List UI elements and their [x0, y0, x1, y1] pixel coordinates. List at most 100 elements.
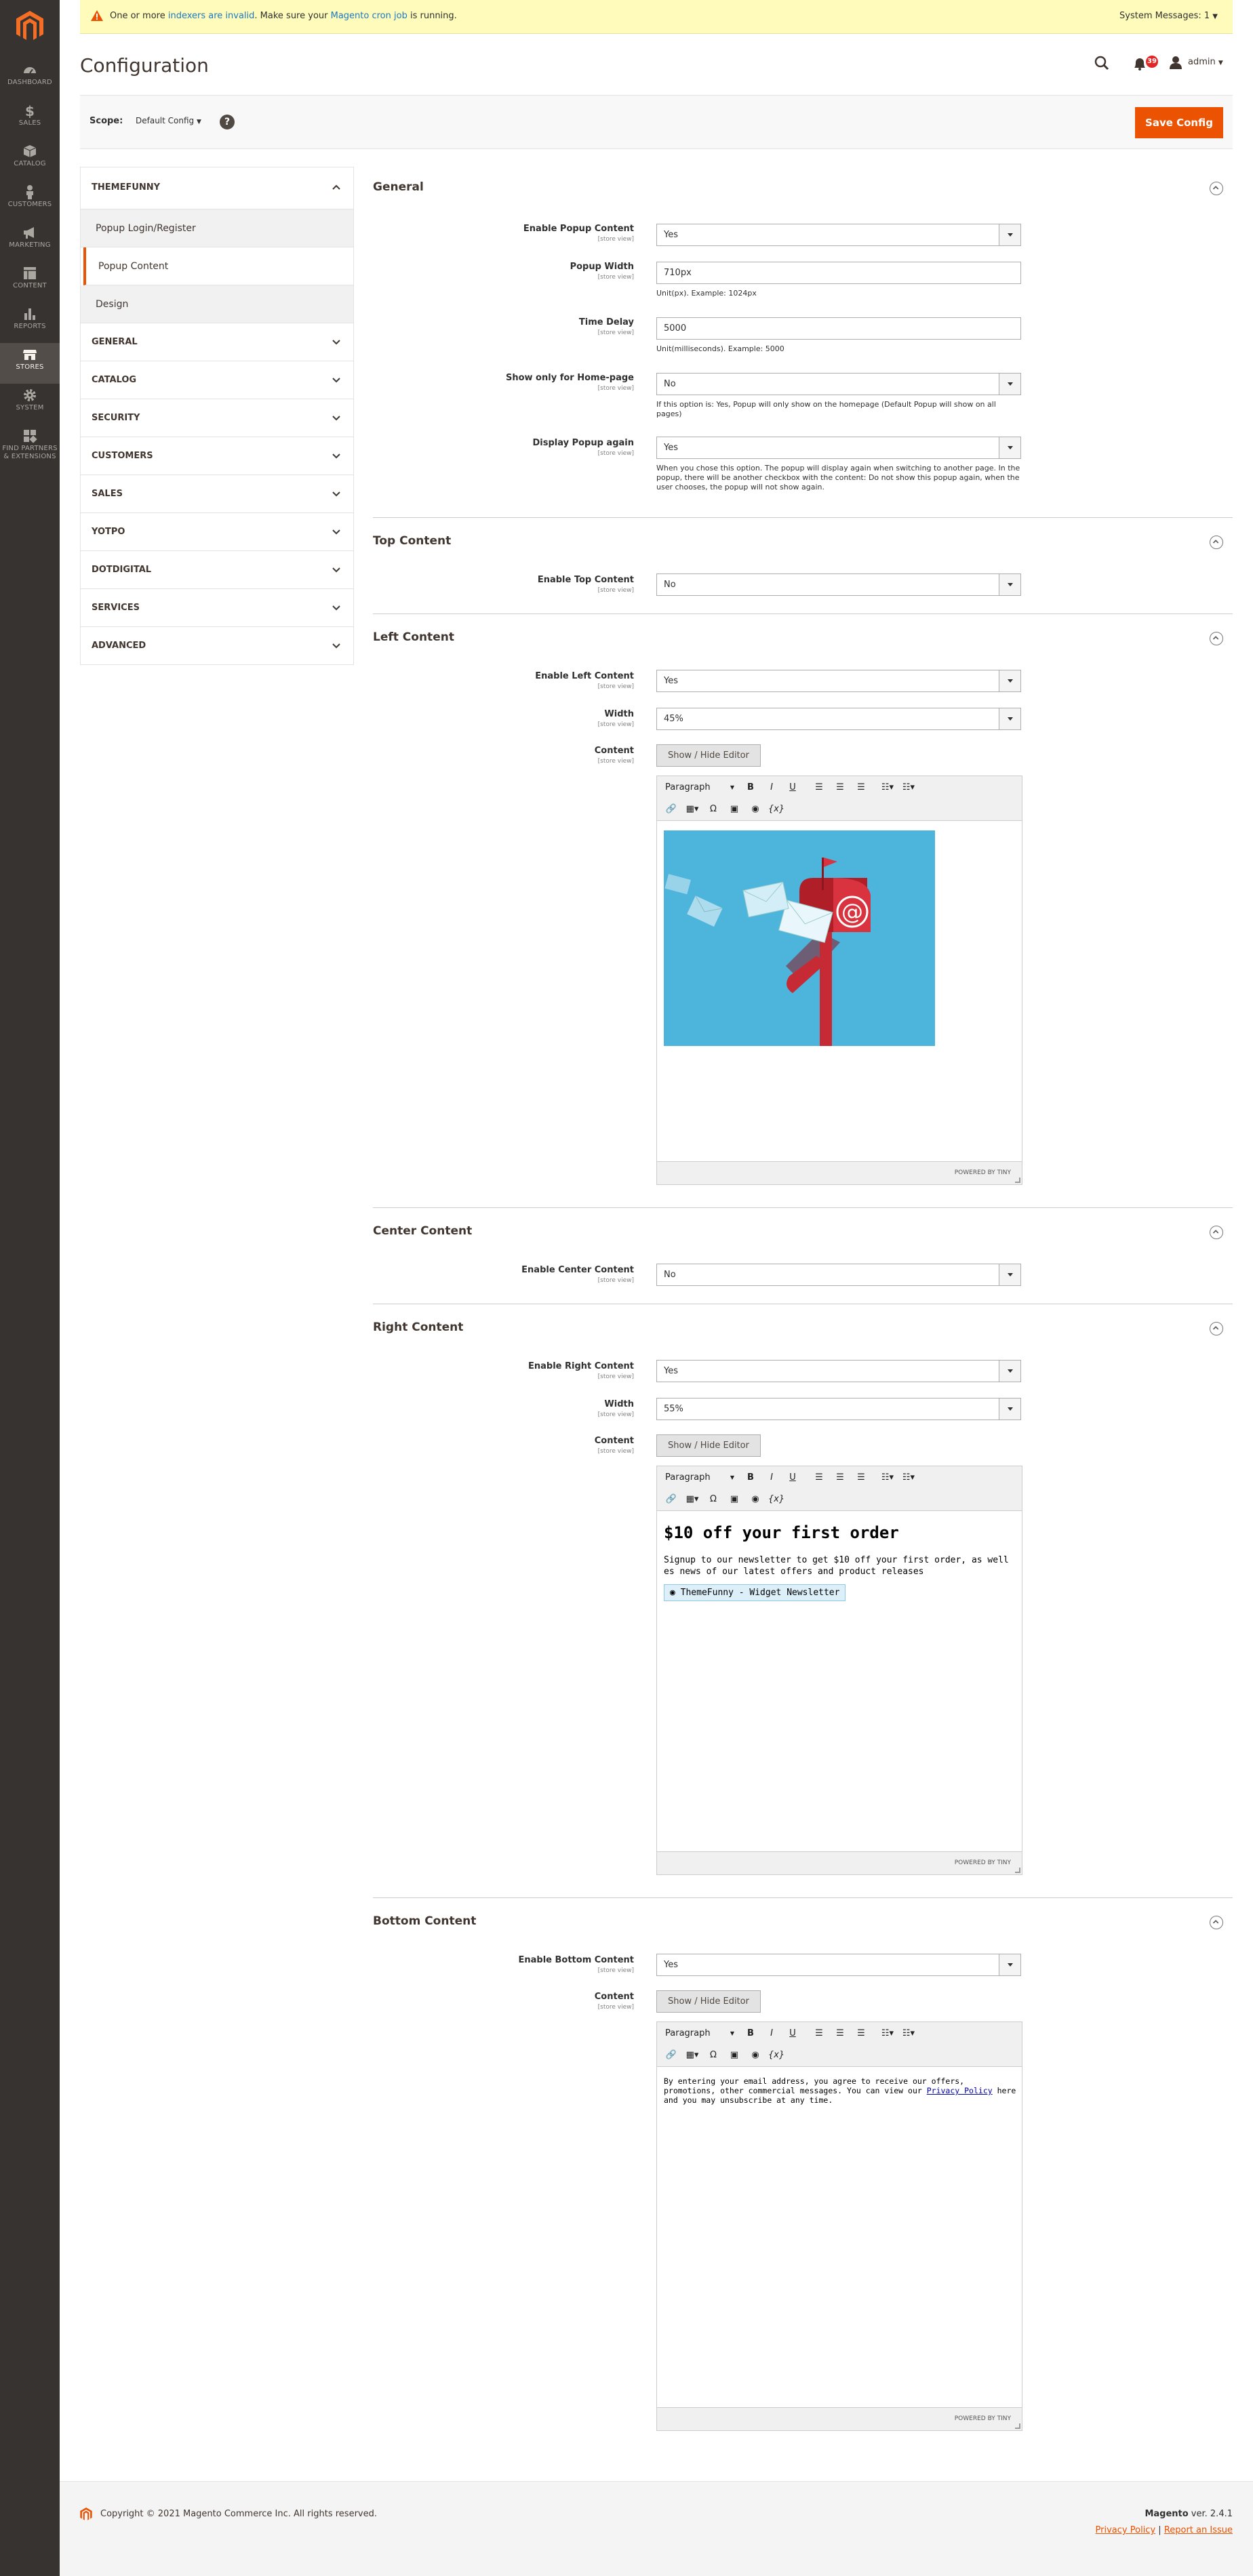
show-hide-editor-button[interactable]: Show / Hide Editor — [656, 744, 761, 767]
user-menu[interactable]: admin ▼ — [1188, 57, 1223, 67]
widget-icon[interactable]: ◉ — [747, 801, 764, 818]
search-icon[interactable] — [1094, 56, 1109, 71]
show-hide-editor-button[interactable]: Show / Hide Editor — [656, 1990, 761, 2013]
indexers-link[interactable]: indexers are invalid — [168, 11, 255, 21]
tab-security[interactable]: SECURITY — [81, 399, 353, 437]
tab-yotpo[interactable]: YOTPO — [81, 513, 353, 551]
enable-bottom-content-select[interactable]: Yes — [656, 1954, 1021, 1976]
tab-general[interactable]: GENERAL — [81, 323, 353, 361]
special-char-button[interactable]: Ω — [704, 801, 722, 818]
align-center-icon[interactable]: ☰ — [831, 780, 849, 796]
save-config-button[interactable]: Save Config — [1135, 107, 1223, 138]
widget-icon[interactable]: ◉ — [747, 1491, 764, 1508]
nav-sales[interactable]: $ Sales — [0, 99, 60, 140]
collapse-toggle-icon[interactable] — [1210, 536, 1223, 549]
section-title[interactable]: Top Content — [373, 534, 451, 548]
nav-customers[interactable]: Customers — [0, 180, 60, 221]
bold-button[interactable]: B — [742, 780, 759, 796]
bullet-list-icon[interactable]: ☷▾ — [879, 1470, 896, 1486]
system-messages-toggle[interactable]: System Messages: 1 ▼ — [1119, 11, 1218, 21]
table-icon[interactable]: ▦▾ — [683, 801, 701, 818]
italic-button[interactable]: I — [763, 2026, 780, 2042]
tab-popup-content[interactable]: Popup Content — [83, 247, 353, 285]
privacy-policy-link[interactable]: Privacy Policy — [927, 2086, 993, 2095]
editor-body[interactable]: $10 off your first order Signup to our n… — [657, 1511, 1022, 1851]
section-title[interactable]: Center Content — [373, 1224, 472, 1238]
left-width-select[interactable]: 45% — [656, 708, 1021, 730]
bell-icon[interactable] — [1132, 57, 1147, 71]
numbered-list-icon[interactable]: ☷▾ — [900, 780, 917, 796]
collapse-toggle-icon[interactable] — [1210, 1916, 1223, 1929]
collapse-toggle-icon[interactable] — [1210, 632, 1223, 645]
align-center-icon[interactable]: ☰ — [831, 2026, 849, 2042]
tab-catalog[interactable]: CATALOG — [81, 361, 353, 399]
align-right-icon[interactable]: ☰ — [852, 2026, 870, 2042]
align-left-icon[interactable]: ☰ — [810, 2026, 828, 2042]
scope-switcher[interactable]: Default Config ▼ — [136, 116, 201, 125]
widget-icon[interactable]: ◉ — [747, 2047, 764, 2064]
image-icon[interactable]: ▣ — [725, 2047, 743, 2064]
report-issue-link[interactable]: Report an Issue — [1164, 2525, 1233, 2535]
tab-services[interactable]: SERVICES — [81, 589, 353, 627]
nav-reports[interactable]: Reports — [0, 302, 60, 343]
tab-themefunny[interactable]: THEMEFUNNY — [81, 167, 353, 209]
table-icon[interactable]: ▦▾ — [683, 2047, 701, 2064]
notification-count-badge[interactable]: 39 — [1146, 56, 1158, 68]
align-left-icon[interactable]: ☰ — [810, 780, 828, 796]
nav-catalog[interactable]: Catalog — [0, 140, 60, 180]
italic-button[interactable]: I — [763, 780, 780, 796]
time-delay-input[interactable] — [656, 317, 1021, 340]
resize-handle-icon[interactable] — [1015, 1178, 1020, 1183]
nav-system[interactable]: System — [0, 384, 60, 424]
magento-logo-icon[interactable] — [16, 11, 43, 42]
bold-button[interactable]: B — [742, 1470, 759, 1486]
popup-width-input[interactable] — [656, 262, 1021, 284]
tab-design[interactable]: Design — [81, 285, 353, 323]
enable-right-content-select[interactable]: Yes — [656, 1360, 1021, 1382]
user-icon[interactable] — [1169, 56, 1182, 69]
numbered-list-icon[interactable]: ☷▾ — [900, 1470, 917, 1486]
underline-button[interactable]: U — [784, 780, 801, 796]
align-left-icon[interactable]: ☰ — [810, 1470, 828, 1486]
enable-center-content-select[interactable]: No — [656, 1264, 1021, 1286]
enable-left-content-select[interactable]: Yes — [656, 670, 1021, 692]
underline-button[interactable]: U — [784, 2026, 801, 2042]
variable-button[interactable]: {x} — [768, 1491, 785, 1508]
paragraph-format-select[interactable]: Paragraph ▼ — [662, 2026, 738, 2042]
section-title[interactable]: Right Content — [373, 1321, 463, 1334]
align-center-icon[interactable]: ☰ — [831, 1470, 849, 1486]
right-width-select[interactable]: 55% — [656, 1398, 1021, 1420]
paragraph-format-select[interactable]: Paragraph ▼ — [662, 780, 738, 796]
underline-button[interactable]: U — [784, 1470, 801, 1486]
nav-dashboard[interactable]: Dashboard — [0, 58, 60, 99]
variable-button[interactable]: {x} — [768, 801, 785, 818]
tab-popup-login-register[interactable]: Popup Login/Register — [81, 209, 353, 247]
section-title[interactable]: Left Content — [373, 630, 454, 644]
italic-button[interactable]: I — [763, 1470, 780, 1486]
variable-button[interactable]: {x} — [768, 2047, 785, 2064]
enable-top-content-select[interactable]: No — [656, 573, 1021, 596]
collapse-toggle-icon[interactable] — [1210, 1322, 1223, 1335]
resize-handle-icon[interactable] — [1015, 1868, 1020, 1873]
cron-job-link[interactable]: Magento cron job — [331, 11, 407, 21]
show-hide-editor-button[interactable]: Show / Hide Editor — [656, 1434, 761, 1457]
nav-marketing[interactable]: Marketing — [0, 221, 60, 262]
table-icon[interactable]: ▦▾ — [683, 1491, 701, 1508]
collapse-toggle-icon[interactable] — [1210, 182, 1223, 195]
paragraph-format-select[interactable]: Paragraph ▼ — [662, 1470, 738, 1486]
numbered-list-icon[interactable]: ☷▾ — [900, 2026, 917, 2042]
resize-handle-icon[interactable] — [1015, 2423, 1020, 2429]
image-icon[interactable]: ▣ — [725, 801, 743, 818]
nav-find-partners[interactable]: Find Partners & Extensions — [0, 424, 60, 472]
bold-button[interactable]: B — [742, 2026, 759, 2042]
nav-stores[interactable]: Stores — [0, 343, 60, 384]
show-only-home-select[interactable]: No — [656, 373, 1021, 395]
tab-customers[interactable]: CUSTOMERS — [81, 437, 353, 475]
editor-body[interactable]: By entering your email address, you agre… — [657, 2067, 1022, 2407]
tab-sales[interactable]: SALES — [81, 475, 353, 513]
display-popup-again-select[interactable]: Yes — [656, 437, 1021, 459]
tab-dotdigital[interactable]: DOTDIGITAL — [81, 551, 353, 589]
bullet-list-icon[interactable]: ☷▾ — [879, 2026, 896, 2042]
widget-placeholder[interactable]: ◉ ThemeFunny - Widget Newsletter — [664, 1584, 846, 1601]
section-title[interactable]: General — [373, 180, 424, 194]
